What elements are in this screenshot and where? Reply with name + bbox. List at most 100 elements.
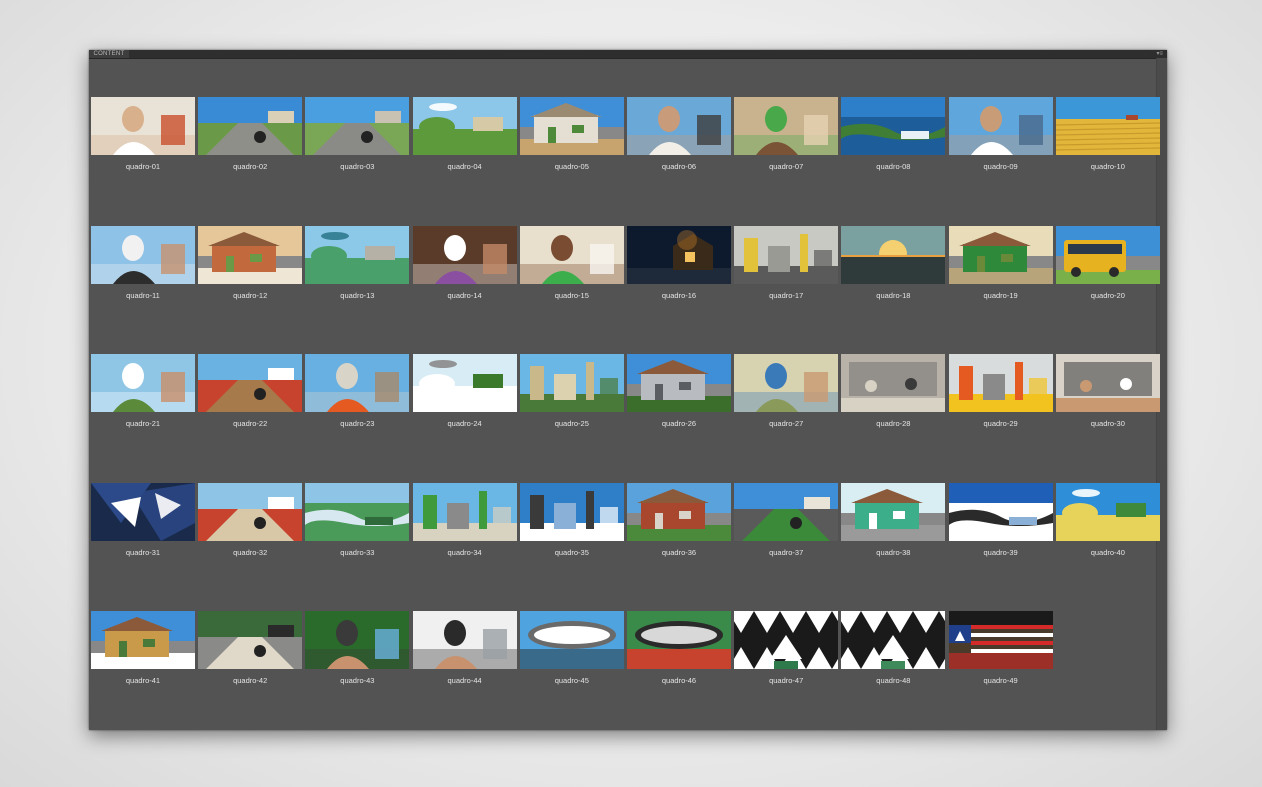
- thumbnail-item[interactable]: quadro-42: [198, 611, 303, 691]
- thumbnail-item[interactable]: quadro-12: [198, 225, 303, 306]
- thumbnail-item[interactable]: quadro-17: [734, 225, 839, 306]
- thumbnail-item[interactable]: quadro-08: [841, 97, 946, 177]
- thumbnail-image[interactable]: [305, 97, 410, 155]
- thumbnail-item[interactable]: quadro-21: [91, 354, 195, 434]
- thumbnail-label: quadro-06: [661, 162, 697, 171]
- thumbnail-item[interactable]: quadro-05: [519, 97, 624, 177]
- thumbnail-item[interactable]: quadro-44: [412, 611, 517, 691]
- thumbnail-item[interactable]: quadro-40: [1055, 482, 1160, 563]
- thumbnail-image[interactable]: [412, 225, 517, 284]
- thumbnail-item[interactable]: quadro-30: [1055, 354, 1160, 434]
- thumbnail-image[interactable]: [305, 482, 410, 541]
- thumbnail-image[interactable]: [627, 97, 731, 155]
- thumbnail-item[interactable]: quadro-38: [841, 482, 946, 563]
- thumbnail-image[interactable]: [412, 482, 517, 541]
- thumbnail-item[interactable]: quadro-15: [519, 225, 624, 306]
- thumbnail-image[interactable]: [519, 97, 624, 155]
- thumbnail-image[interactable]: [841, 482, 946, 541]
- thumbnail-image[interactable]: [734, 611, 839, 669]
- thumbnail-image[interactable]: [412, 611, 517, 669]
- thumbnail-item[interactable]: quadro-03: [305, 97, 410, 177]
- thumbnail-item[interactable]: quadro-32: [198, 482, 303, 563]
- thumbnail-item[interactable]: quadro-31: [91, 482, 195, 563]
- thumbnail-item[interactable]: quadro-22: [198, 354, 303, 434]
- thumbnail-item[interactable]: quadro-02: [198, 97, 303, 177]
- thumbnail-image[interactable]: [948, 97, 1053, 155]
- thumbnail-item[interactable]: quadro-34: [412, 482, 517, 563]
- thumbnail-item[interactable]: quadro-35: [519, 482, 624, 563]
- thumbnail-item[interactable]: quadro-26: [627, 354, 731, 434]
- thumbnail-item[interactable]: quadro-07: [734, 97, 839, 177]
- thumbnail-item[interactable]: quadro-16: [627, 225, 731, 306]
- thumbnail-image[interactable]: [91, 354, 195, 412]
- thumbnail-image[interactable]: [91, 97, 195, 155]
- thumbnail-image[interactable]: [305, 354, 410, 412]
- thumbnail-image[interactable]: [91, 482, 195, 541]
- thumbnail-item[interactable]: quadro-19: [948, 225, 1053, 306]
- thumbnail-item[interactable]: quadro-01: [91, 97, 195, 177]
- thumbnail-image[interactable]: [91, 225, 195, 284]
- thumbnail-image[interactable]: [519, 354, 624, 412]
- thumbnail-image[interactable]: [948, 611, 1053, 669]
- thumbnail-image[interactable]: [198, 354, 303, 412]
- thumbnail-image[interactable]: [1055, 482, 1160, 541]
- thumbnail-item[interactable]: quadro-47: [734, 611, 839, 691]
- thumbnail-image[interactable]: [627, 611, 731, 669]
- thumbnail-image[interactable]: [305, 611, 410, 669]
- thumbnail-item[interactable]: quadro-14: [412, 225, 517, 306]
- thumbnail-image[interactable]: [841, 354, 946, 412]
- thumbnail-label: quadro-43: [340, 676, 375, 685]
- thumbnail-image[interactable]: [519, 225, 624, 284]
- thumbnail-item[interactable]: quadro-36: [627, 482, 731, 563]
- thumbnail-image[interactable]: [412, 354, 517, 412]
- thumbnail-item[interactable]: quadro-23: [305, 354, 410, 434]
- thumbnail-item[interactable]: quadro-06: [627, 97, 731, 177]
- thumbnail-item[interactable]: quadro-48: [841, 611, 946, 691]
- thumbnail-image[interactable]: [734, 225, 839, 284]
- thumbnail-item[interactable]: quadro-10: [1055, 97, 1160, 177]
- thumbnail-image[interactable]: [841, 225, 946, 284]
- thumbnail-image[interactable]: [305, 225, 410, 284]
- thumbnail-item[interactable]: quadro-41: [91, 611, 195, 691]
- thumbnail-item[interactable]: quadro-18: [841, 225, 946, 306]
- thumbnail-item[interactable]: quadro-04: [412, 97, 517, 177]
- thumbnail-item[interactable]: quadro-33: [305, 482, 410, 563]
- thumbnail-image[interactable]: [1055, 97, 1160, 155]
- thumbnail-image[interactable]: [948, 354, 1053, 412]
- thumbnail-image[interactable]: [734, 482, 839, 541]
- thumbnail-item[interactable]: quadro-24: [412, 354, 517, 434]
- thumbnail-image[interactable]: [841, 611, 946, 669]
- thumbnail-item[interactable]: quadro-09: [948, 97, 1053, 177]
- thumbnail-image[interactable]: [198, 97, 303, 155]
- thumbnail-image[interactable]: [627, 225, 731, 284]
- thumbnail-image[interactable]: [1055, 354, 1160, 412]
- thumbnail-image[interactable]: [627, 482, 731, 541]
- thumbnail-image[interactable]: [519, 482, 624, 541]
- thumbnail-item[interactable]: quadro-13: [305, 225, 410, 306]
- thumbnail-image[interactable]: [519, 611, 624, 669]
- thumbnail-item[interactable]: quadro-43: [305, 611, 410, 691]
- thumbnail-item[interactable]: quadro-25: [519, 354, 624, 434]
- thumbnail-image[interactable]: [198, 611, 303, 669]
- thumbnail-image[interactable]: [627, 354, 731, 412]
- thumbnail-item[interactable]: quadro-39: [948, 482, 1053, 563]
- thumbnail-item[interactable]: quadro-28: [841, 354, 946, 434]
- thumbnail-item[interactable]: quadro-49: [948, 611, 1053, 691]
- thumbnail-image[interactable]: [841, 97, 946, 155]
- thumbnail-image[interactable]: [734, 354, 839, 412]
- thumbnail-item[interactable]: quadro-46: [627, 611, 731, 691]
- thumbnail-image[interactable]: [1055, 225, 1160, 284]
- thumbnail-item[interactable]: quadro-37: [734, 482, 839, 563]
- thumbnail-image[interactable]: [198, 482, 303, 541]
- thumbnail-image[interactable]: [198, 225, 303, 284]
- thumbnail-image[interactable]: [91, 611, 195, 669]
- thumbnail-image[interactable]: [948, 482, 1053, 541]
- thumbnail-item[interactable]: quadro-11: [91, 225, 195, 306]
- thumbnail-image[interactable]: [948, 225, 1053, 284]
- thumbnail-image[interactable]: [412, 97, 517, 155]
- thumbnail-item[interactable]: quadro-45: [519, 611, 624, 691]
- thumbnail-image[interactable]: [734, 97, 839, 155]
- thumbnail-item[interactable]: quadro-27: [734, 354, 839, 434]
- thumbnail-item[interactable]: quadro-20: [1055, 225, 1160, 306]
- thumbnail-item[interactable]: quadro-29: [948, 354, 1053, 434]
